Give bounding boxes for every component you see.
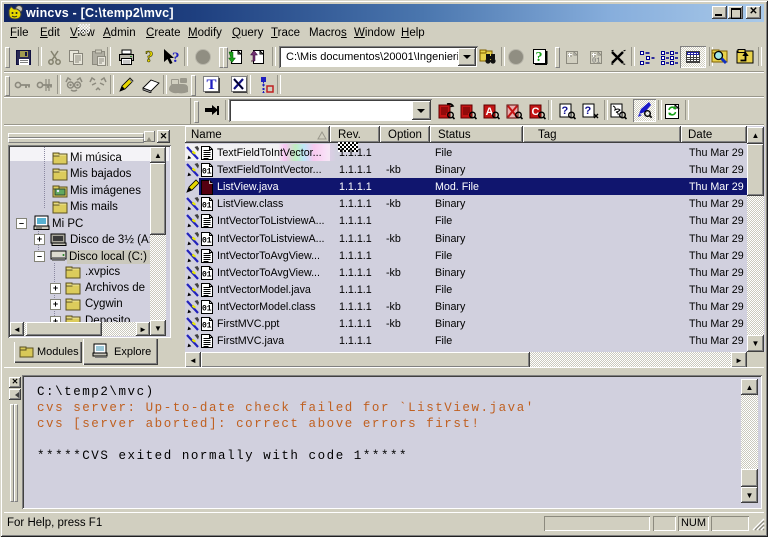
svg-text:01: 01: [592, 58, 600, 66]
svg-text:?: ?: [145, 48, 154, 66]
svg-text:?: ?: [562, 105, 569, 117]
svg-text:?: ?: [172, 50, 180, 66]
svg-text:?: ?: [536, 50, 543, 65]
svg-text:T: T: [207, 77, 217, 93]
svg-text:?: ?: [585, 105, 592, 117]
